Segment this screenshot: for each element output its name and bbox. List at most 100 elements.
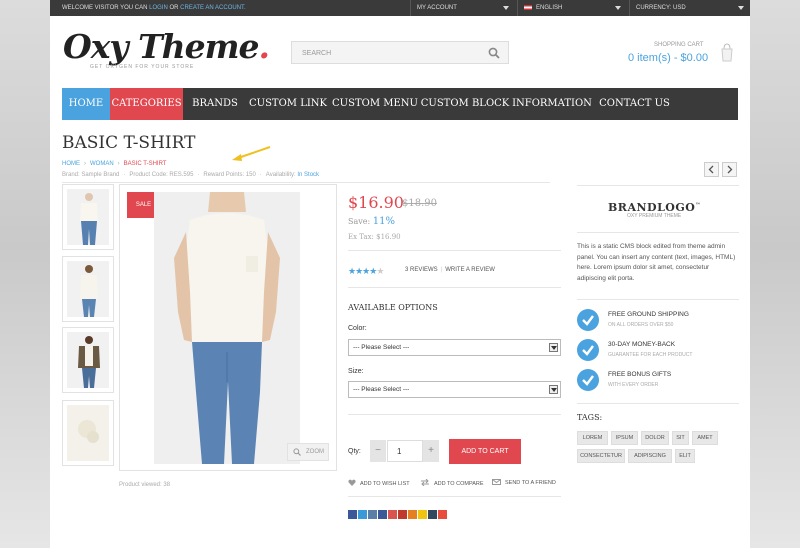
ex-tax-price: Ex Tax: $16.90 bbox=[348, 233, 401, 241]
search-input[interactable] bbox=[292, 43, 477, 64]
tag-amet[interactable]: Amet bbox=[692, 431, 718, 445]
thumbnail-3[interactable] bbox=[62, 327, 114, 393]
color-select[interactable]: --- Please Select --- bbox=[348, 339, 561, 356]
meta-code: Product Code: RES.595 bbox=[129, 172, 194, 178]
divider bbox=[348, 496, 561, 497]
check-icon bbox=[577, 339, 599, 361]
currency-label: Currency: USD bbox=[636, 5, 686, 11]
divider bbox=[348, 250, 561, 251]
tag-adipiscing[interactable]: Adipiscing bbox=[628, 449, 672, 463]
my-account-dropdown[interactable]: My Account bbox=[410, 0, 515, 16]
prev-product-button[interactable] bbox=[704, 162, 719, 177]
logo[interactable]: Oxy Theme. bbox=[63, 27, 270, 66]
nav-categories[interactable]: Categories bbox=[110, 88, 183, 120]
product-photo bbox=[154, 192, 300, 464]
old-price: $18.90 bbox=[402, 198, 437, 209]
thumbnail-4[interactable] bbox=[62, 400, 114, 466]
currency-dropdown[interactable]: Currency: USD bbox=[629, 0, 750, 16]
tag-dolor[interactable]: Dolor bbox=[641, 431, 669, 445]
bag-icon[interactable] bbox=[721, 42, 733, 62]
size-select[interactable]: --- Please Select --- bbox=[348, 381, 561, 398]
language-dropdown[interactable]: English bbox=[517, 0, 627, 16]
meta-availability: In Stock bbox=[297, 172, 320, 178]
tag-lorem[interactable]: Lorem bbox=[577, 431, 608, 445]
save-label: Save: bbox=[348, 217, 371, 226]
language-label: English bbox=[536, 5, 563, 11]
product-meta: Brand: Sample Brand · Product Code: RES.59… bbox=[62, 172, 320, 178]
size-select-value: --- Please Select --- bbox=[353, 386, 410, 393]
check-icon bbox=[577, 369, 599, 391]
tumblr-icon[interactable] bbox=[428, 510, 437, 519]
tag-elit[interactable]: Elit bbox=[675, 449, 695, 463]
breadcrumb-home[interactable]: Home bbox=[62, 161, 80, 167]
breadcrumb-woman[interactable]: Woman bbox=[90, 161, 114, 167]
next-product-button[interactable] bbox=[722, 162, 737, 177]
feature-title: Free Bonus Gifts bbox=[608, 371, 672, 378]
nav-home[interactable]: Home bbox=[62, 88, 110, 120]
send-to-friend-link[interactable]: Send to a Friend bbox=[492, 479, 556, 486]
facebook-icon[interactable] bbox=[348, 510, 357, 519]
stumbleupon-icon[interactable] bbox=[388, 510, 397, 519]
tag-consectetur[interactable]: Consectetur bbox=[577, 449, 625, 463]
thumbnail-1[interactable] bbox=[62, 184, 114, 250]
color-label: Color: bbox=[348, 325, 367, 332]
tag-ipsum[interactable]: Ipsum bbox=[611, 431, 638, 445]
favorites-icon[interactable] bbox=[418, 510, 427, 519]
nav-contact-us[interactable]: Contact Us bbox=[595, 88, 674, 120]
save-text: Save: 11% bbox=[348, 216, 395, 227]
compare-icon bbox=[421, 479, 429, 486]
meta-availability-label: Availability: bbox=[265, 172, 296, 178]
email-share-icon[interactable] bbox=[368, 510, 377, 519]
nav-custom-block[interactable]: Custom Block bbox=[420, 88, 510, 120]
thumbnail-image bbox=[67, 189, 109, 245]
add-to-cart-button[interactable]: Add to Cart bbox=[449, 439, 521, 464]
cart-summary[interactable]: 0 item(s) - $0.00 bbox=[628, 52, 708, 64]
main-product-image[interactable]: Sale Zoom bbox=[119, 184, 337, 471]
search-icon[interactable] bbox=[488, 47, 500, 59]
create-account-link[interactable]: create an account. bbox=[180, 5, 246, 11]
nav-brands[interactable]: Brands bbox=[186, 88, 244, 120]
more-share-icon[interactable] bbox=[438, 510, 447, 519]
twitter-icon[interactable] bbox=[358, 510, 367, 519]
blogger-icon[interactable] bbox=[408, 510, 417, 519]
my-account-label: My Account bbox=[417, 5, 457, 11]
send-friend-label: Send to a Friend bbox=[505, 480, 556, 486]
qty-input[interactable] bbox=[387, 440, 423, 462]
star-icon: ★ bbox=[376, 266, 384, 276]
feature-subtitle: On all orders over $50 bbox=[608, 322, 674, 328]
feature-subtitle: Guarantee for each product bbox=[608, 352, 693, 358]
login-link[interactable]: login bbox=[149, 5, 168, 11]
feature-subtitle: With every order bbox=[608, 382, 659, 388]
zoom-button[interactable]: Zoom bbox=[287, 443, 329, 461]
nav-information[interactable]: Information bbox=[512, 88, 592, 120]
cms-block-text: This is a static CMS block edited from t… bbox=[577, 243, 736, 282]
zoom-icon bbox=[293, 448, 301, 456]
mail-icon bbox=[492, 479, 501, 485]
gmail-icon[interactable] bbox=[398, 510, 407, 519]
divider bbox=[577, 403, 739, 404]
divider bbox=[577, 232, 739, 233]
nav-custom-menu[interactable]: Custom Menu bbox=[331, 88, 419, 120]
wishlist-label: Add to Wish List bbox=[360, 481, 410, 487]
add-to-compare-link[interactable]: Add to Compare bbox=[420, 479, 484, 487]
divider bbox=[577, 185, 739, 186]
thumbnail-2[interactable] bbox=[62, 256, 114, 322]
annotation-arrow-icon bbox=[232, 146, 271, 161]
qty-decrease-button[interactable]: − bbox=[370, 440, 386, 462]
reviews-link[interactable]: 3 Reviews bbox=[405, 267, 438, 273]
breadcrumb-separator: › bbox=[84, 161, 86, 167]
save-percent: 11% bbox=[372, 216, 395, 227]
chevron-down-icon bbox=[549, 385, 558, 394]
color-select-value: --- Please Select --- bbox=[353, 344, 410, 351]
social-share-bar bbox=[348, 506, 448, 519]
qty-increase-button[interactable]: + bbox=[423, 440, 439, 462]
welcome-text: Welcome visitor you can login or create … bbox=[62, 5, 246, 11]
nav-custom-link[interactable]: Custom Link bbox=[246, 88, 330, 120]
share-icon[interactable] bbox=[378, 510, 387, 519]
add-to-wishlist-link[interactable]: Add to Wish List bbox=[348, 479, 410, 487]
meta-points: Reward Points: 150 bbox=[203, 172, 256, 178]
check-icon bbox=[577, 309, 599, 331]
write-review-link[interactable]: Write a review bbox=[445, 267, 495, 273]
tag-sit[interactable]: Sit bbox=[672, 431, 689, 445]
chevron-down-icon bbox=[615, 6, 621, 10]
